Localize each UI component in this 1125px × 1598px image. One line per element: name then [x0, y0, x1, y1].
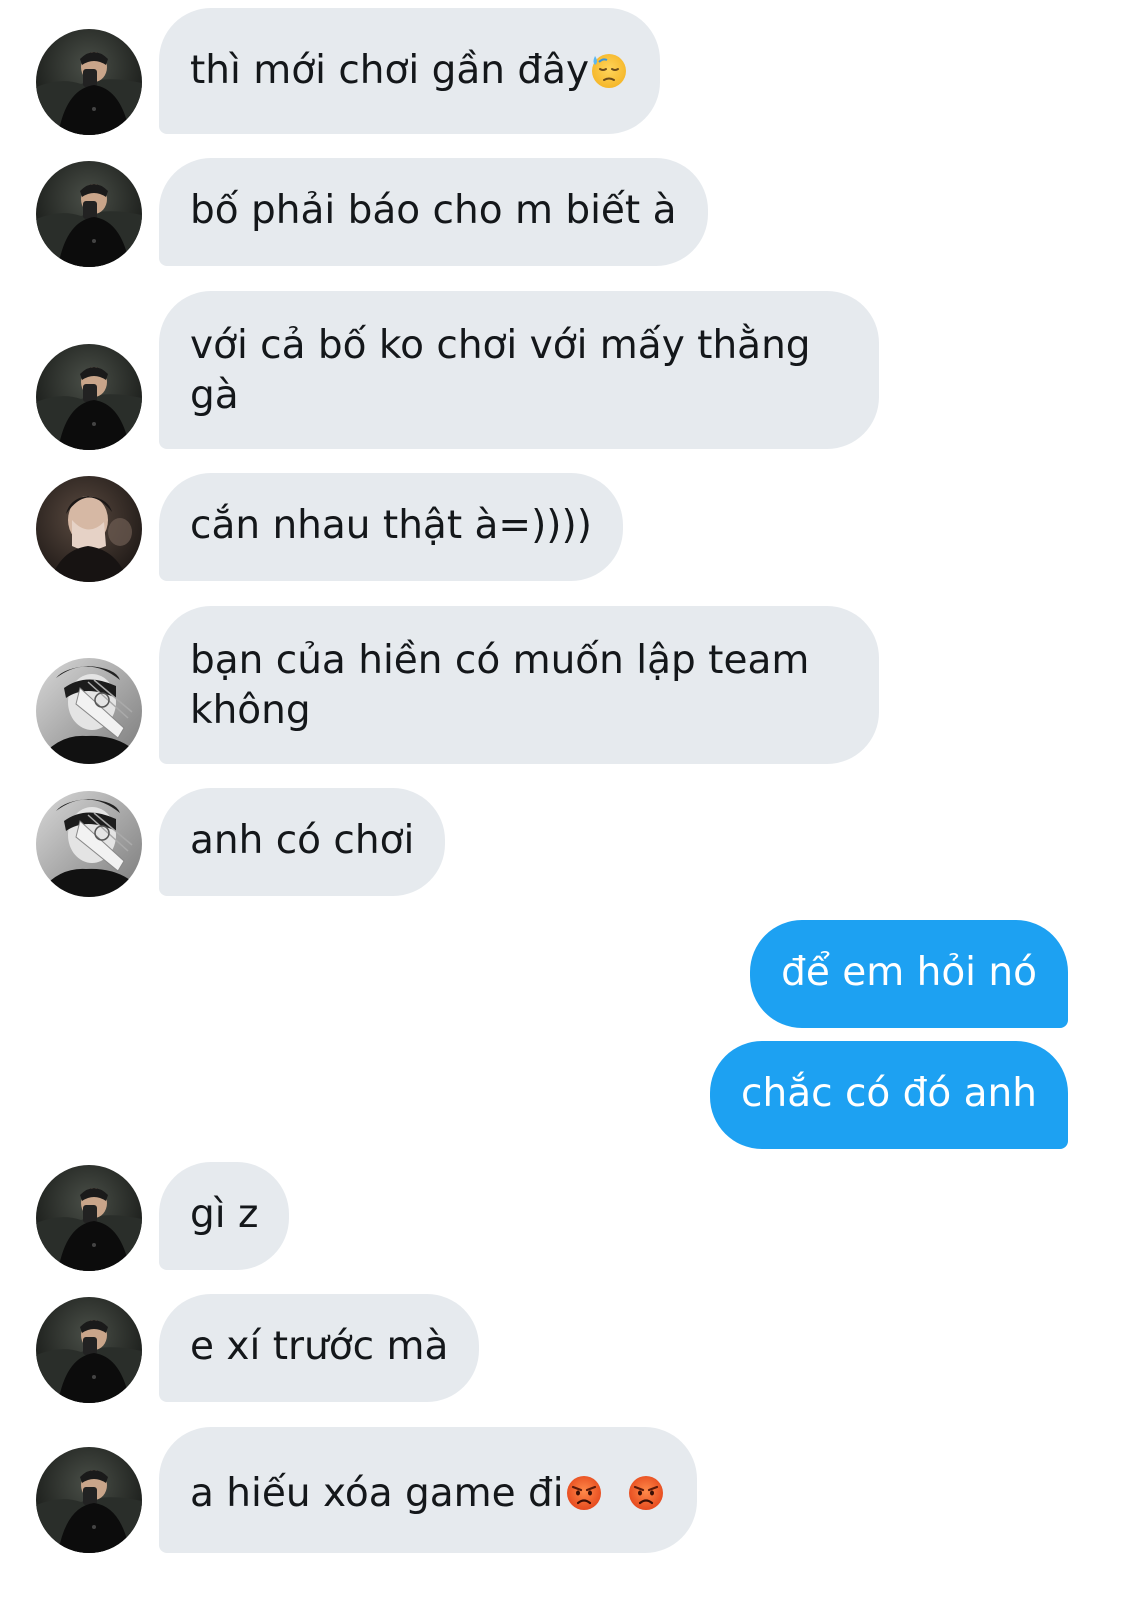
message-text: để em hỏi nó	[781, 950, 1037, 995]
sender-avatar[interactable]	[36, 1297, 142, 1403]
downcast-sweat-emoji	[589, 50, 629, 90]
sender-avatar[interactable]	[36, 161, 142, 267]
sender-avatar[interactable]	[36, 344, 142, 450]
sender-avatar[interactable]	[36, 476, 142, 582]
message-text-line: không	[190, 688, 311, 733]
incoming-message-bubble[interactable]: gì z	[159, 1162, 290, 1270]
message-text-line: bạn của hiền có muốn lập team	[190, 638, 810, 683]
sender-avatar[interactable]	[36, 1165, 142, 1271]
sender-avatar[interactable]	[36, 1447, 142, 1553]
outgoing-message-bubble[interactable]: chắc có đó anh	[710, 1041, 1068, 1149]
message-text-line: với cả bố ko chơi với mấy thằng	[190, 323, 811, 368]
message-text: bố phải báo cho m biết à	[190, 188, 677, 233]
incoming-message-bubble[interactable]: với cả bố ko chơi với mấy thằng gà	[159, 291, 879, 449]
message-text: cắn nhau thật à=))))	[190, 503, 592, 548]
message-text: chắc có đó anh	[741, 1071, 1037, 1116]
message-text: thì mới chơi gần đây	[190, 48, 590, 93]
sender-avatar[interactable]	[36, 29, 142, 135]
message-text: e xí trước mà	[190, 1324, 449, 1369]
message-text: a hiếu xóa game đi	[190, 1471, 564, 1516]
sender-avatar[interactable]	[36, 791, 142, 897]
incoming-message-bubble[interactable]: thì mới chơi gần đây	[159, 8, 661, 134]
angry-face-emoji	[626, 1473, 666, 1513]
outgoing-message-bubble[interactable]: để em hỏi nó	[750, 920, 1068, 1028]
message-text: anh có chơi	[190, 818, 415, 863]
incoming-message-bubble[interactable]: cắn nhau thật à=))))	[159, 473, 623, 581]
incoming-message-bubble[interactable]: a hiếu xóa game đi	[159, 1427, 698, 1553]
incoming-message-bubble[interactable]: bạn của hiền có muốn lập team không	[159, 606, 879, 764]
incoming-message-bubble[interactable]: bố phải báo cho m biết à	[159, 158, 708, 266]
message-text: gì z	[190, 1192, 259, 1237]
angry-face-emoji	[564, 1473, 604, 1513]
incoming-message-bubble[interactable]: e xí trước mà	[159, 1294, 480, 1402]
message-text-line: gà	[190, 373, 239, 418]
sender-avatar[interactable]	[36, 658, 142, 764]
incoming-message-bubble[interactable]: anh có chơi	[159, 788, 446, 896]
